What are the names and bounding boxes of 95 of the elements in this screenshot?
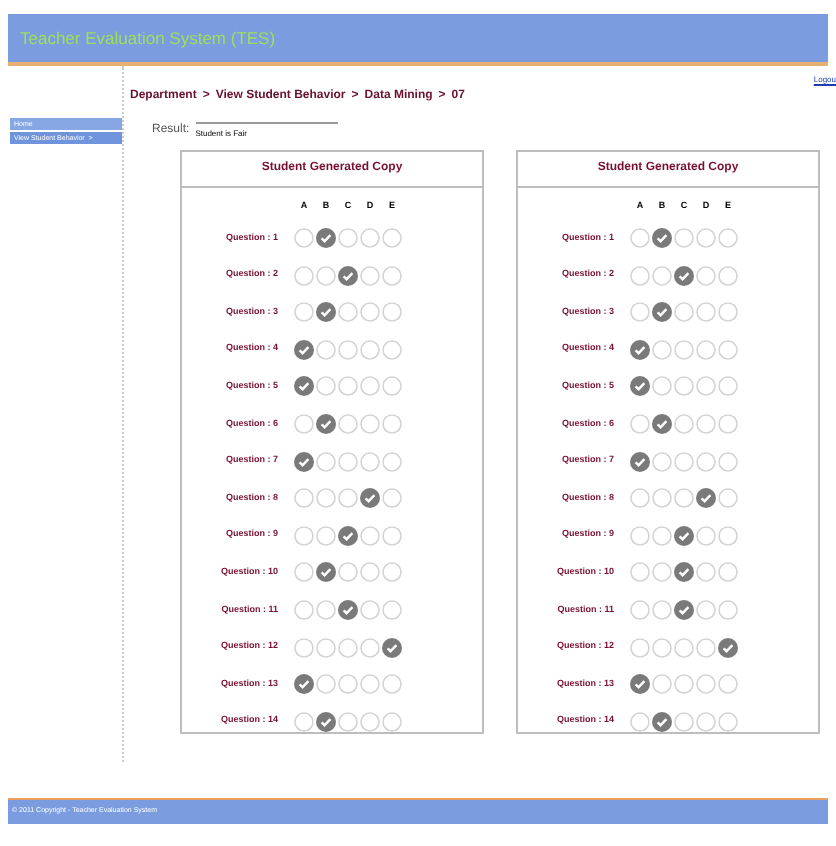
checked-bubble-icon[interactable] [652, 711, 672, 732]
checked-bubble-icon[interactable] [294, 451, 314, 472]
empty-bubble-icon[interactable] [696, 451, 716, 472]
empty-bubble-icon[interactable] [718, 265, 738, 286]
empty-bubble-icon[interactable] [360, 562, 380, 583]
empty-bubble-icon[interactable] [294, 525, 314, 546]
empty-bubble-icon[interactable] [338, 674, 358, 695]
checked-bubble-icon[interactable] [316, 562, 336, 583]
checked-bubble-icon[interactable] [630, 339, 650, 360]
empty-bubble-icon[interactable] [382, 674, 402, 695]
checked-bubble-icon[interactable] [382, 637, 402, 658]
empty-bubble-icon[interactable] [630, 637, 650, 658]
empty-bubble-icon[interactable] [360, 302, 380, 323]
empty-bubble-icon[interactable] [696, 376, 716, 397]
empty-bubble-icon[interactable] [382, 451, 402, 472]
empty-bubble-icon[interactable] [360, 414, 380, 435]
checked-bubble-icon[interactable] [338, 525, 358, 546]
empty-bubble-icon[interactable] [338, 451, 358, 472]
checked-bubble-icon[interactable] [316, 228, 336, 249]
empty-bubble-icon[interactable] [338, 339, 358, 360]
empty-bubble-icon[interactable] [718, 525, 738, 546]
empty-bubble-icon[interactable] [718, 228, 738, 249]
checked-bubble-icon[interactable] [674, 525, 694, 546]
empty-bubble-icon[interactable] [360, 451, 380, 472]
empty-bubble-icon[interactable] [294, 599, 314, 620]
empty-bubble-icon[interactable] [360, 674, 380, 695]
empty-bubble-icon[interactable] [696, 302, 716, 323]
empty-bubble-icon[interactable] [360, 376, 380, 397]
checked-bubble-icon[interactable] [674, 562, 694, 583]
checked-bubble-icon[interactable] [718, 637, 738, 658]
checked-bubble-icon[interactable] [338, 265, 358, 286]
checked-bubble-icon[interactable] [338, 599, 358, 620]
empty-bubble-icon[interactable] [382, 562, 402, 583]
empty-bubble-icon[interactable] [630, 599, 650, 620]
empty-bubble-icon[interactable] [360, 228, 380, 249]
empty-bubble-icon[interactable] [316, 637, 336, 658]
checked-bubble-icon[interactable] [674, 265, 694, 286]
checked-bubble-icon[interactable] [630, 674, 650, 695]
empty-bubble-icon[interactable] [382, 339, 402, 360]
checked-bubble-icon[interactable] [630, 451, 650, 472]
empty-bubble-icon[interactable] [718, 674, 738, 695]
checked-bubble-icon[interactable] [652, 414, 672, 435]
empty-bubble-icon[interactable] [338, 637, 358, 658]
empty-bubble-icon[interactable] [294, 265, 314, 286]
empty-bubble-icon[interactable] [338, 376, 358, 397]
empty-bubble-icon[interactable] [674, 451, 694, 472]
empty-bubble-icon[interactable] [316, 488, 336, 509]
empty-bubble-icon[interactable] [718, 711, 738, 732]
empty-bubble-icon[interactable] [630, 265, 650, 286]
empty-bubble-icon[interactable] [382, 302, 402, 323]
empty-bubble-icon[interactable] [382, 711, 402, 732]
empty-bubble-icon[interactable] [718, 414, 738, 435]
empty-bubble-icon[interactable] [294, 488, 314, 509]
checked-bubble-icon[interactable] [316, 711, 336, 732]
empty-bubble-icon[interactable] [674, 376, 694, 397]
empty-bubble-icon[interactable] [674, 674, 694, 695]
checked-bubble-icon[interactable] [294, 339, 314, 360]
empty-bubble-icon[interactable] [652, 637, 672, 658]
empty-bubble-icon[interactable] [382, 599, 402, 620]
empty-bubble-icon[interactable] [382, 228, 402, 249]
checked-bubble-icon[interactable] [316, 302, 336, 323]
empty-bubble-icon[interactable] [360, 711, 380, 732]
empty-bubble-icon[interactable] [718, 599, 738, 620]
empty-bubble-icon[interactable] [718, 339, 738, 360]
empty-bubble-icon[interactable] [674, 339, 694, 360]
empty-bubble-icon[interactable] [630, 562, 650, 583]
empty-bubble-icon[interactable] [718, 562, 738, 583]
empty-bubble-icon[interactable] [382, 376, 402, 397]
empty-bubble-icon[interactable] [630, 488, 650, 509]
app-title: Teacher Evaluation System (TES) [20, 25, 276, 51]
empty-bubble-icon[interactable] [696, 414, 716, 435]
checked-bubble-icon[interactable] [674, 599, 694, 620]
empty-bubble-icon[interactable] [718, 376, 738, 397]
checked-bubble-icon[interactable] [630, 376, 650, 397]
empty-bubble-icon[interactable] [696, 339, 716, 360]
empty-bubble-icon[interactable] [652, 488, 672, 509]
empty-bubble-icon[interactable] [382, 525, 402, 546]
empty-bubble-icon[interactable] [382, 414, 402, 435]
empty-bubble-icon[interactable] [696, 711, 716, 732]
empty-bubble-icon[interactable] [718, 451, 738, 472]
empty-bubble-icon[interactable] [382, 265, 402, 286]
checked-bubble-icon[interactable] [652, 228, 672, 249]
checked-bubble-icon[interactable] [294, 674, 314, 695]
empty-bubble-icon[interactable] [294, 637, 314, 658]
checked-bubble-icon[interactable] [316, 414, 336, 435]
checked-bubble-icon[interactable] [652, 302, 672, 323]
empty-bubble-icon[interactable] [360, 339, 380, 360]
empty-bubble-icon[interactable] [718, 302, 738, 323]
empty-bubble-icon[interactable] [696, 228, 716, 249]
checked-bubble-icon[interactable] [360, 488, 380, 509]
empty-bubble-icon[interactable] [674, 637, 694, 658]
checked-bubble-icon[interactable] [696, 488, 716, 509]
empty-bubble-icon[interactable] [630, 525, 650, 546]
empty-bubble-icon[interactable] [696, 674, 716, 695]
checked-bubble-icon[interactable] [294, 376, 314, 397]
